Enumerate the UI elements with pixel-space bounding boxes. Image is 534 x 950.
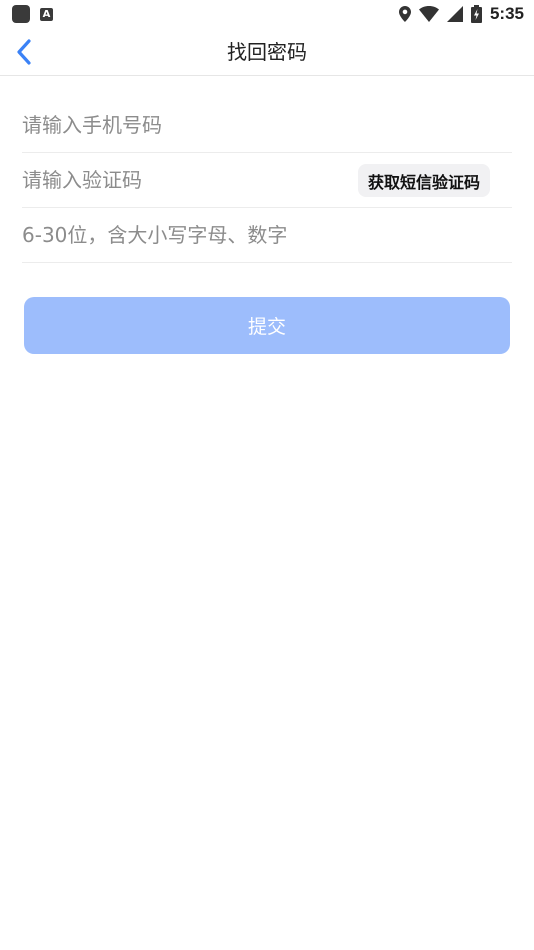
code-field-row: 获取短信验证码 <box>22 153 512 208</box>
new-password-input[interactable] <box>22 223 512 247</box>
phone-input[interactable] <box>22 113 512 137</box>
status-right: 5:35 <box>398 4 524 24</box>
phone-field-row <box>22 98 512 153</box>
page-title: 找回密码 <box>227 40 307 64</box>
submit-button[interactable]: 提交 <box>24 297 510 354</box>
app-icon <box>12 5 30 23</box>
verification-code-input[interactable] <box>22 168 342 192</box>
signal-icon <box>446 6 463 22</box>
get-sms-code-button[interactable]: 获取短信验证码 <box>357 164 490 197</box>
wifi-icon <box>418 6 439 22</box>
status-time: 5:35 <box>489 4 524 23</box>
status-bar: A 5:35 <box>0 0 534 28</box>
battery-icon <box>470 5 482 23</box>
password-field-row <box>22 208 512 263</box>
location-icon <box>398 6 411 22</box>
a-badge-icon: A <box>40 7 53 21</box>
status-left: A <box>12 5 53 23</box>
navigation-bar: 找回密码 <box>0 28 534 76</box>
reset-password-form: 获取短信验证码 <box>22 98 512 263</box>
